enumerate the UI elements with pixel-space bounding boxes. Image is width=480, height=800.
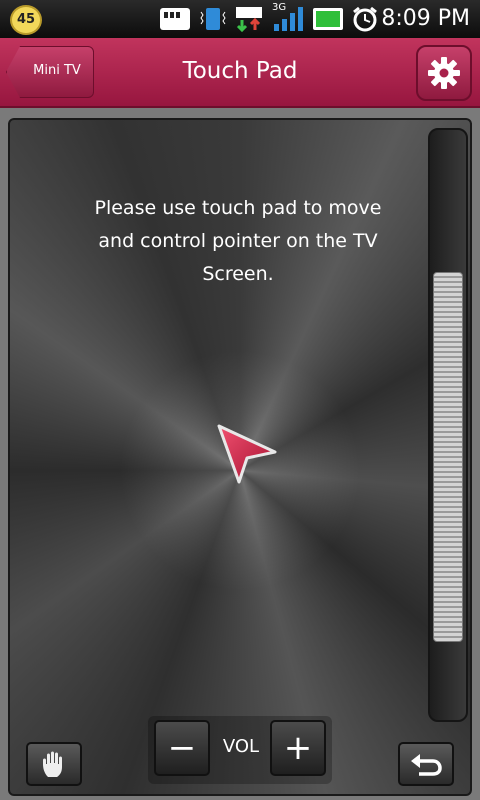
touch-pad[interactable]: Please use touch pad to move and control… xyxy=(8,118,472,796)
phone-vibrate-icon xyxy=(200,8,226,30)
touch-pad-instruction: Please use touch pad to move and control… xyxy=(94,197,382,285)
scroll-thumb[interactable] xyxy=(433,272,463,642)
mini-tv-back-button[interactable]: Mini TV xyxy=(6,46,94,98)
status-time: 8:09 PM xyxy=(381,6,470,31)
gear-icon xyxy=(428,57,460,89)
alarm-clock-icon xyxy=(353,6,377,32)
volume-label: VOL xyxy=(222,736,260,757)
signal-strength-icon xyxy=(274,7,303,31)
return-arrow-icon xyxy=(411,754,442,776)
pointer-cursor-icon xyxy=(217,424,277,484)
volume-down-button[interactable]: − xyxy=(154,720,210,776)
main-area: Please use touch pad to move and control… xyxy=(0,108,480,800)
notification-badge: 45 xyxy=(10,5,42,35)
back-button-label: Mini TV xyxy=(33,63,81,78)
scroll-strip[interactable] xyxy=(428,128,468,722)
battery-icon xyxy=(313,8,343,30)
volume-controls: − VOL + xyxy=(148,716,332,784)
page-title: Touch Pad xyxy=(182,58,298,84)
return-button[interactable] xyxy=(398,742,454,786)
data-transfer-icon xyxy=(236,7,262,32)
hand-button[interactable] xyxy=(26,742,82,786)
status-bar: 45 3G 8:09 PM xyxy=(0,0,480,38)
hand-icon xyxy=(43,751,62,777)
app-header: Mini TV Touch Pad xyxy=(0,38,480,108)
settings-button[interactable] xyxy=(416,45,472,101)
sd-card-icon xyxy=(160,8,190,30)
volume-up-button[interactable]: + xyxy=(270,720,326,776)
